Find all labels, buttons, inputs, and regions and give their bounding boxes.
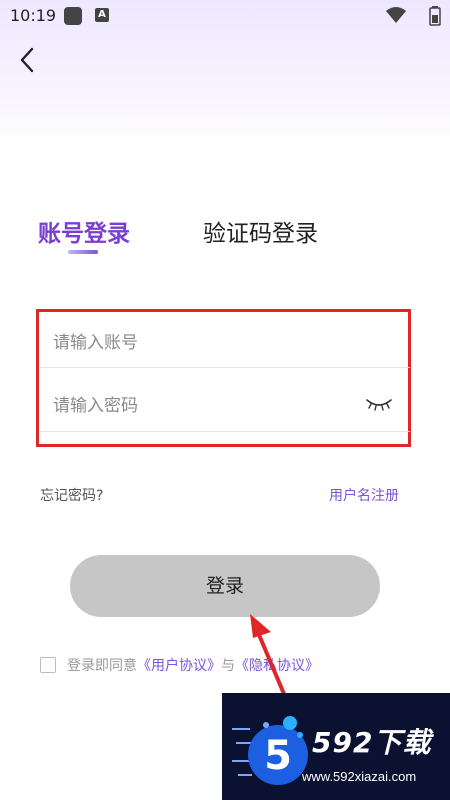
site-logo-icon: 5	[232, 716, 308, 785]
app-icon	[64, 7, 82, 25]
tab-sms-login[interactable]: 验证码登录	[203, 214, 318, 248]
tab-account-login[interactable]: 账号登录	[38, 214, 130, 248]
battery-icon	[429, 6, 441, 26]
forgot-password-link[interactable]: 忘记密码?	[40, 485, 103, 505]
font-app-icon: A	[95, 8, 109, 22]
red-arrow-annotation	[250, 614, 286, 696]
watermark-url: www.592xiazai.com	[302, 769, 417, 784]
wifi-icon	[386, 7, 406, 23]
site-watermark: 5 592下载 www.592xiazai.com	[222, 693, 450, 800]
agreement-prefix: 登录即同意	[67, 658, 137, 674]
account-input[interactable]	[40, 315, 410, 371]
password-input[interactable]	[40, 378, 410, 434]
agreement-connector: 与	[221, 658, 235, 674]
divider	[40, 367, 410, 368]
divider	[40, 431, 410, 432]
register-link[interactable]: 用户名注册	[329, 485, 399, 505]
eye-closed-icon[interactable]	[365, 397, 393, 413]
status-time: 10:19	[10, 6, 57, 25]
logo-digit: 5	[264, 733, 292, 779]
status-bar: 10:19 A	[0, 0, 450, 32]
chevron-left-icon	[20, 47, 34, 73]
agreement-checkbox[interactable]	[40, 657, 56, 673]
watermark-title: 592下载	[312, 726, 432, 759]
back-button[interactable]	[16, 46, 40, 74]
login-button[interactable]: 登录	[70, 555, 380, 617]
active-tab-indicator	[68, 250, 98, 254]
user-agreement-link[interactable]: 《用户协议》	[137, 658, 221, 674]
